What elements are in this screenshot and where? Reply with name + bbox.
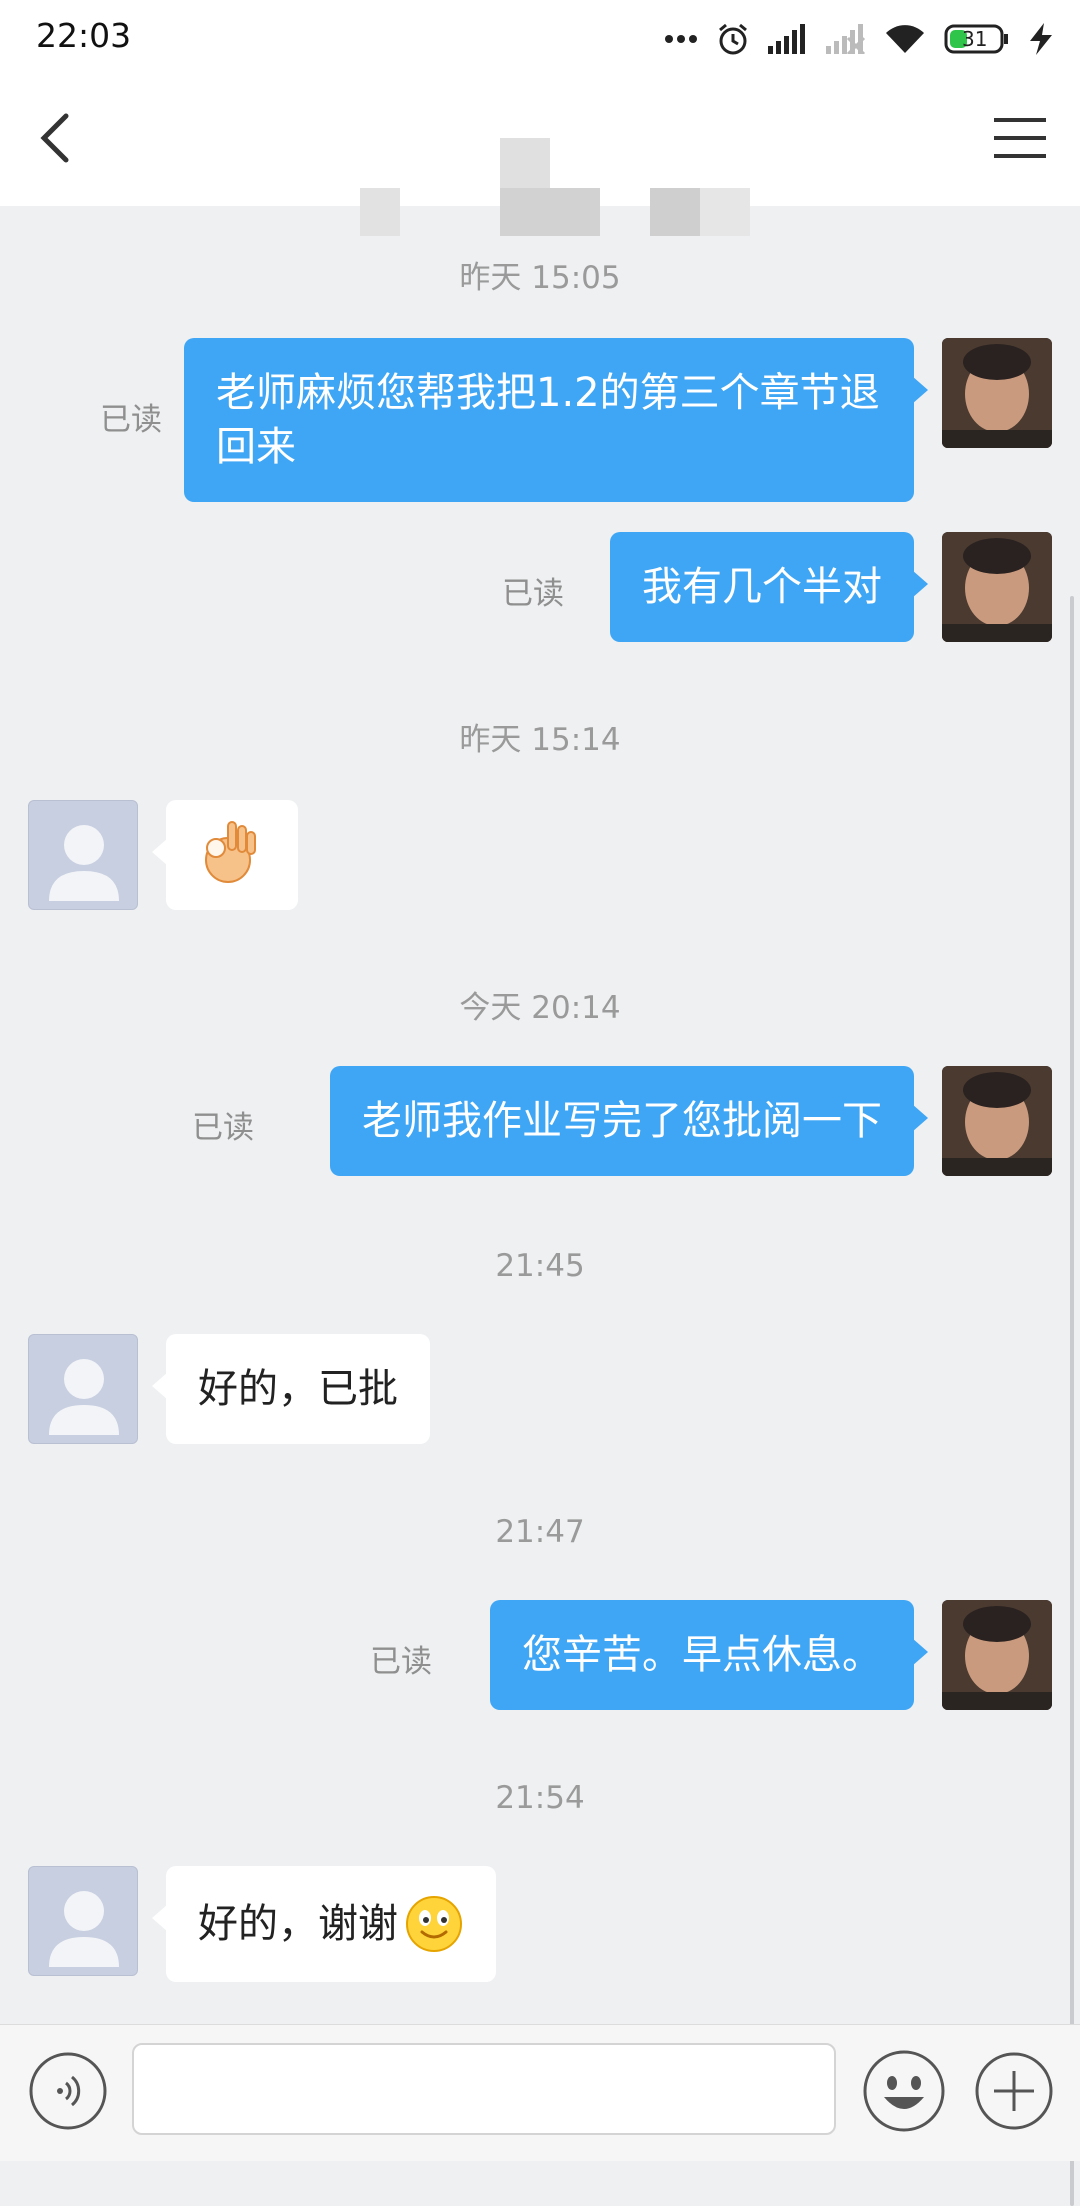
contact-avatar[interactable] <box>28 1334 138 1444</box>
status-bar: 22:03 31 <box>0 0 1080 78</box>
chat-header <box>0 78 1080 236</box>
message-list[interactable]: 昨天 15:05 老师麻烦您帮我把1.2的第三个章节退回来 已读 我有几个半对 … <box>0 206 1080 2206</box>
message-text: 好的，已批 <box>198 1366 398 1412</box>
timestamp: 21:54 <box>495 1780 585 1816</box>
default-person-icon <box>49 1359 119 1435</box>
chevron-left-icon <box>40 113 69 163</box>
message-text: 老师我作业写完了您批阅一下 <box>362 1098 882 1144</box>
scrollbar[interactable] <box>1070 596 1074 2206</box>
default-person-icon <box>49 825 119 901</box>
menu-button[interactable] <box>990 112 1050 164</box>
status-time: 22:03 <box>36 16 132 55</box>
contact-avatar[interactable] <box>28 800 138 910</box>
default-person-icon <box>49 1891 119 1967</box>
timestamp: 昨天 15:14 <box>459 722 621 758</box>
timestamp: 今天 20:14 <box>459 990 621 1026</box>
voice-icon <box>29 2052 107 2130</box>
smile-emoji-icon <box>406 1896 462 1952</box>
my-avatar[interactable] <box>942 338 1052 448</box>
chat-title-redacted <box>330 108 770 236</box>
user-photo-icon <box>942 338 1052 448</box>
message-text: 老师麻烦您帮我把1.2的第三个章节退回来 <box>216 370 880 470</box>
signal-icon <box>768 24 808 54</box>
sent-message-bubble[interactable]: 老师我作业写完了您批阅一下 <box>330 1066 928 1176</box>
message-input[interactable] <box>132 2043 836 2135</box>
more-dots-icon <box>664 34 698 44</box>
my-avatar[interactable] <box>942 532 1052 642</box>
sent-message-bubble[interactable]: 老师麻烦您帮我把1.2的第三个章节退回来 <box>184 338 928 502</box>
battery-icon: 31 <box>944 23 1010 55</box>
wifi-icon <box>884 23 926 55</box>
message-text: 好的，谢谢 <box>198 1901 398 1947</box>
read-status: 已读 <box>370 1644 432 1680</box>
emoji-icon <box>863 2050 945 2132</box>
read-status: 已读 <box>502 576 564 612</box>
message-text: 您辛苦。早点休息。 <box>522 1632 882 1678</box>
received-message-bubble[interactable]: 好的，已批 <box>152 1334 430 1444</box>
timestamp: 21:47 <box>495 1514 585 1550</box>
charging-icon <box>1028 23 1054 55</box>
read-status: 已读 <box>100 402 162 438</box>
alarm-icon <box>716 22 750 56</box>
user-photo-icon <box>942 532 1052 642</box>
voice-button[interactable] <box>28 2051 108 2131</box>
battery-level: 31 <box>962 27 988 51</box>
ok-hand-emoji-icon <box>205 821 256 883</box>
my-avatar[interactable] <box>942 1066 1052 1176</box>
timestamp: 昨天 15:05 <box>459 260 621 296</box>
read-status: 已读 <box>192 1110 254 1146</box>
emoji-button[interactable] <box>862 2049 946 2133</box>
input-bar <box>0 2024 1080 2161</box>
more-options-button[interactable] <box>974 2051 1054 2131</box>
signal-weak-icon <box>826 24 866 54</box>
contact-avatar[interactable] <box>28 1866 138 1976</box>
received-message-bubble[interactable] <box>152 800 298 910</box>
back-button[interactable] <box>30 106 86 170</box>
plus-icon <box>975 2052 1053 2130</box>
message-text: 我有几个半对 <box>642 564 882 610</box>
hamburger-menu-icon <box>994 118 1046 158</box>
user-photo-icon <box>942 1066 1052 1176</box>
received-message-bubble[interactable]: 好的，谢谢 <box>152 1866 496 1982</box>
my-avatar[interactable] <box>942 1600 1052 1710</box>
sent-message-bubble[interactable]: 我有几个半对 <box>610 532 928 642</box>
user-photo-icon <box>942 1600 1052 1710</box>
sent-message-bubble[interactable]: 您辛苦。早点休息。 <box>490 1600 928 1710</box>
timestamp: 21:45 <box>495 1248 585 1284</box>
status-icons: 31 <box>664 18 1054 60</box>
